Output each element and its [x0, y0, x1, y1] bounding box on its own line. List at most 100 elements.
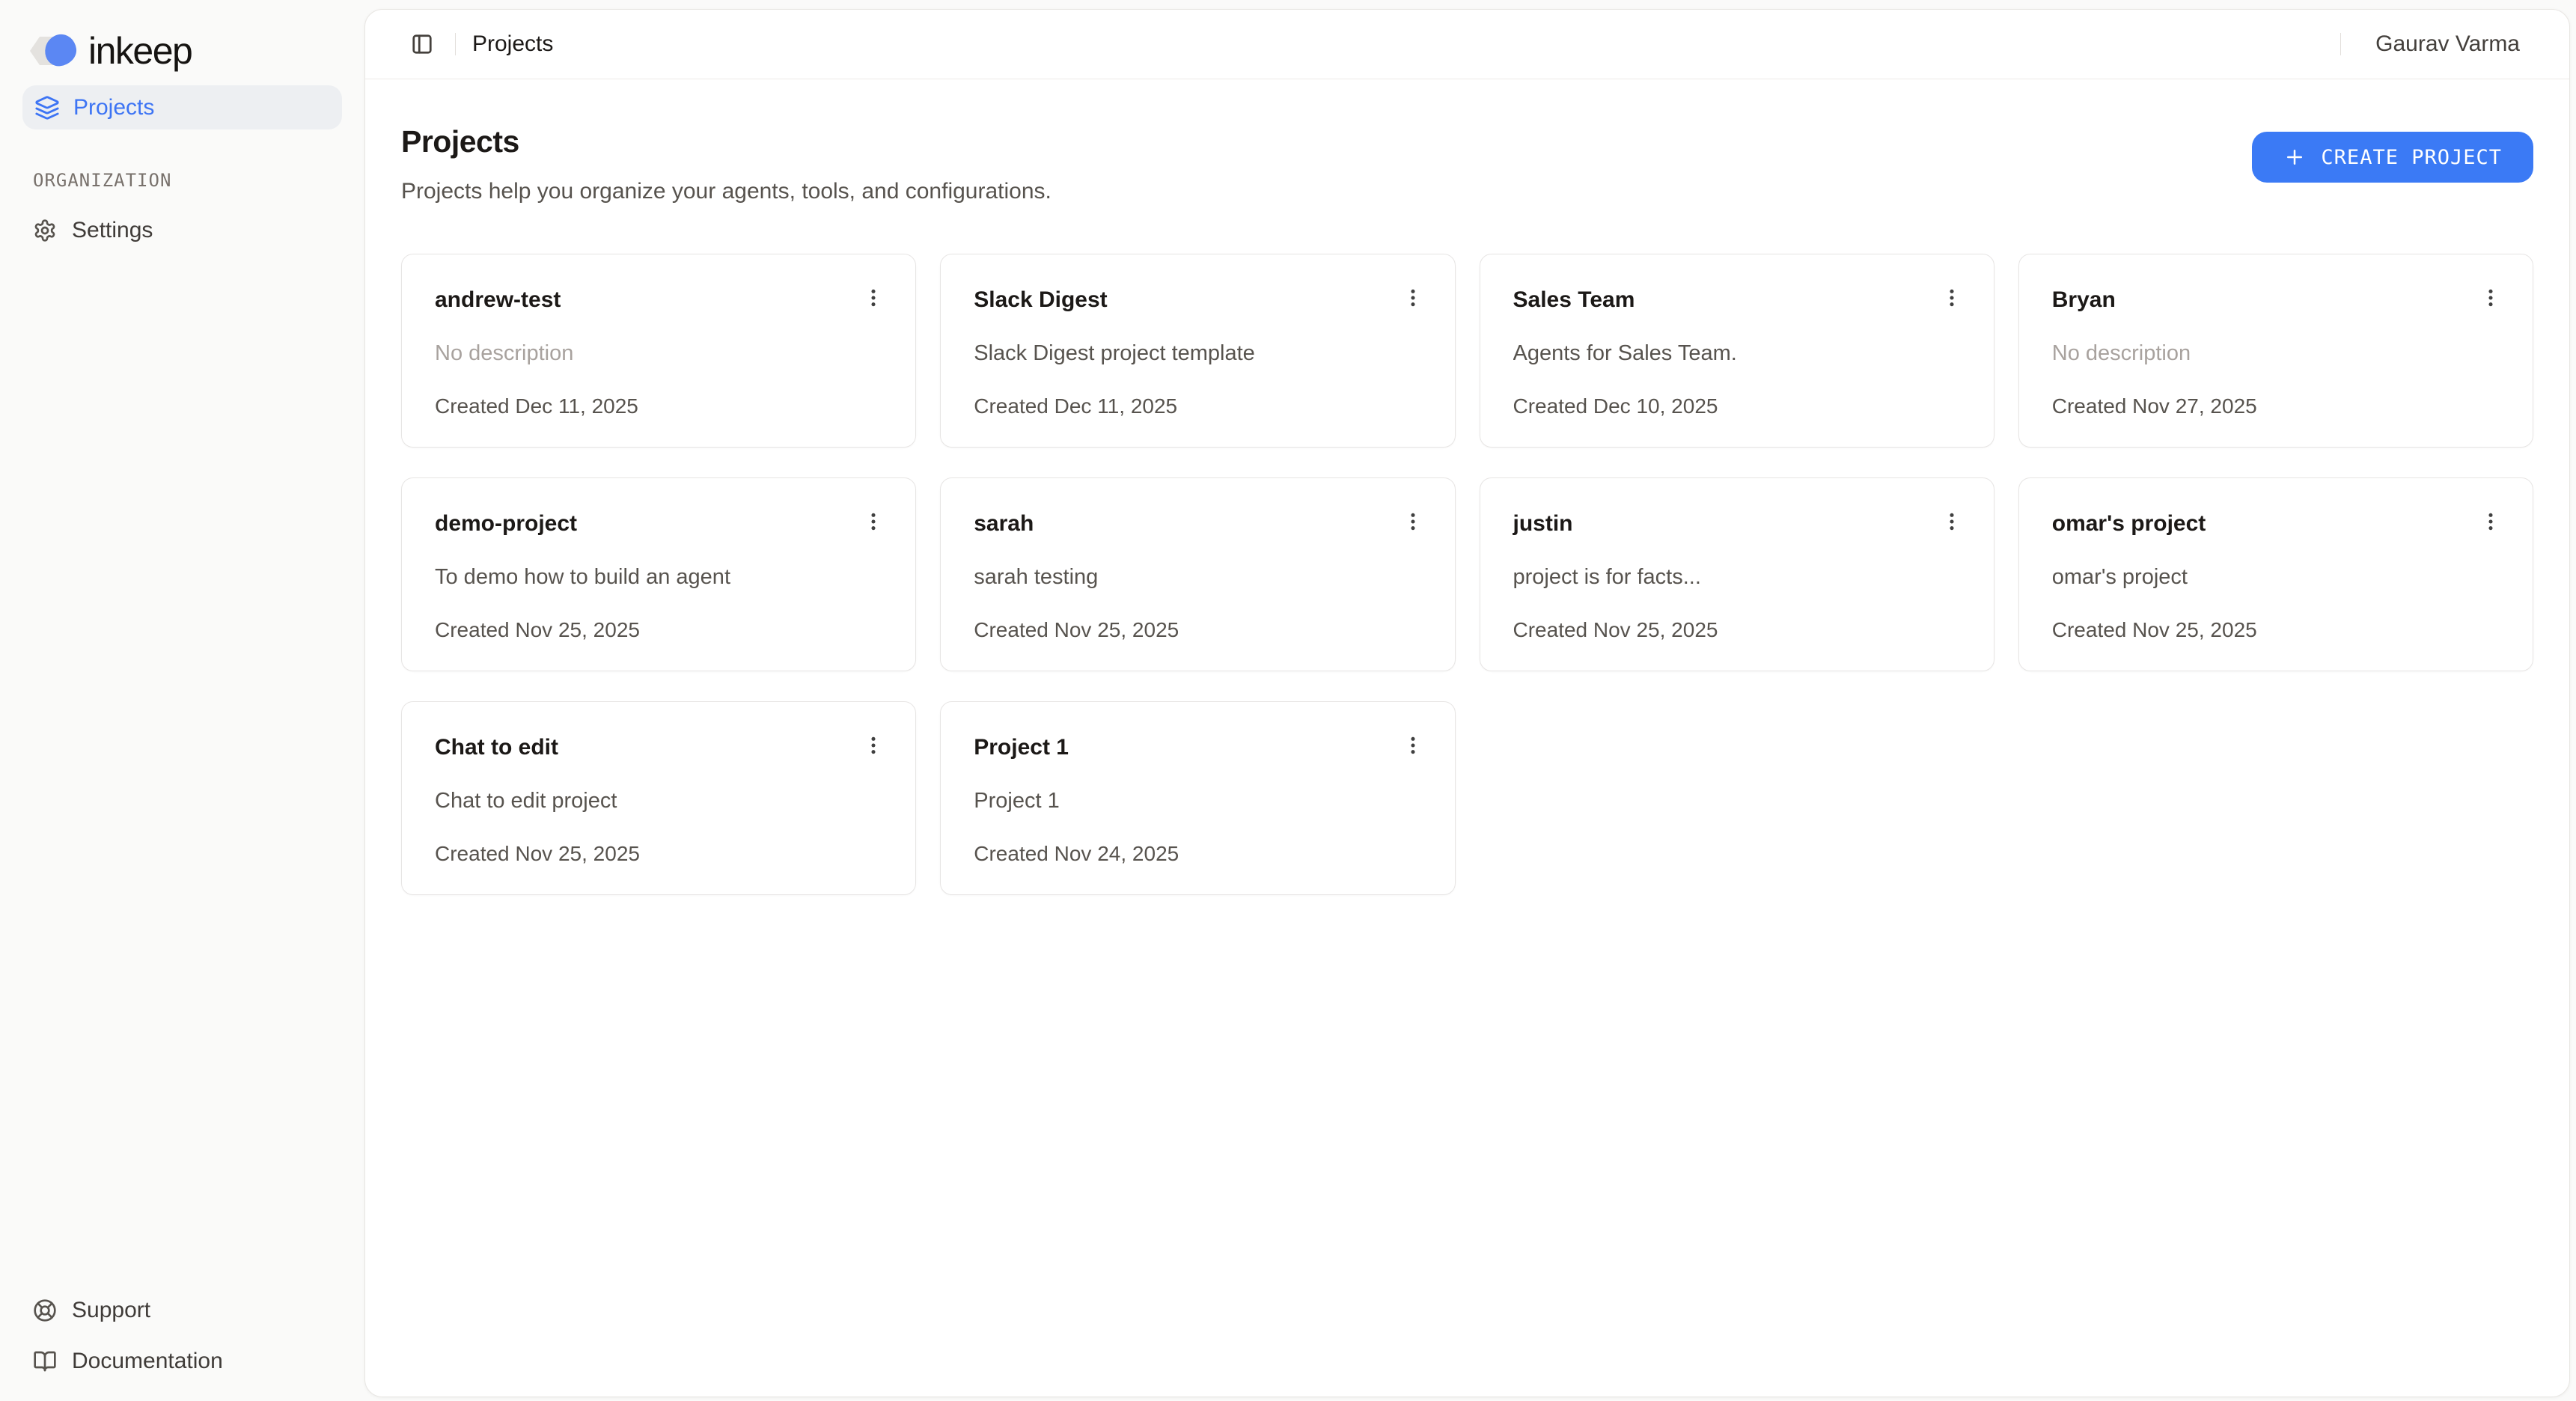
breadcrumb: Projects: [472, 31, 553, 57]
page-header: Projects Projects help you organize your…: [401, 124, 2533, 204]
sidebar-section-organization: ORGANIZATION: [22, 170, 342, 191]
project-card-header: Bryan: [2052, 286, 2500, 313]
project-description: No description: [435, 341, 882, 366]
project-menu-button[interactable]: [2476, 283, 2506, 313]
panel-left-icon: [411, 33, 433, 55]
project-name: Project 1: [974, 733, 1069, 760]
project-card[interactable]: omar's project omar's project Created No…: [2018, 477, 2533, 671]
gear-icon: [33, 219, 57, 242]
project-card[interactable]: demo-project To demo how to build an age…: [401, 477, 916, 671]
project-description: To demo how to build an agent: [435, 565, 882, 590]
project-name: Slack Digest: [974, 286, 1107, 313]
page-subtitle: Projects help you organize your agents, …: [401, 179, 1052, 204]
more-vertical-icon: [2479, 286, 2503, 310]
book-open-icon: [33, 1349, 57, 1373]
project-name: sarah: [974, 510, 1034, 537]
project-description: Agents for Sales Team.: [1513, 341, 1961, 366]
project-card[interactable]: Sales Team Agents for Sales Team. Create…: [1480, 254, 1994, 448]
more-vertical-icon: [1401, 510, 1425, 534]
project-description: Chat to edit project: [435, 789, 882, 814]
sidebar-item-documentation[interactable]: Documentation: [22, 1349, 342, 1374]
project-card-header: demo-project: [435, 510, 882, 537]
brand-logo: inkeep: [22, 27, 342, 75]
project-menu-button[interactable]: [1398, 283, 1428, 313]
project-card-header: sarah: [974, 510, 1421, 537]
project-menu-button[interactable]: [858, 283, 888, 313]
project-card[interactable]: Project 1 Project 1 Created Nov 24, 2025: [940, 701, 1455, 895]
more-vertical-icon: [1940, 510, 1964, 534]
project-description: Slack Digest project template: [974, 341, 1421, 366]
project-card[interactable]: justin project is for facts... Created N…: [1480, 477, 1994, 671]
project-description: sarah testing: [974, 565, 1421, 590]
project-card[interactable]: sarah sarah testing Created Nov 25, 2025: [940, 477, 1455, 671]
project-card-header: Chat to edit: [435, 733, 882, 760]
project-menu-button[interactable]: [1937, 507, 1967, 537]
sidebar-item-label: Documentation: [72, 1349, 223, 1374]
project-name: Bryan: [2052, 286, 2116, 313]
more-vertical-icon: [861, 510, 885, 534]
sidebar: inkeep Projects ORGANIZATION Settings: [0, 0, 364, 1401]
sidebar-footer: Support Documentation: [22, 1298, 342, 1380]
topbar-divider: [455, 33, 456, 55]
project-card-header: Sales Team: [1513, 286, 1961, 313]
project-description: omar's project: [2052, 565, 2500, 590]
sidebar-spacer: [22, 243, 342, 1298]
project-name: Sales Team: [1513, 286, 1635, 313]
project-created-date: Created Nov 27, 2025: [2052, 394, 2500, 418]
project-created-date: Created Nov 25, 2025: [974, 618, 1421, 642]
project-created-date: Created Nov 25, 2025: [435, 842, 882, 866]
project-name: omar's project: [2052, 510, 2206, 537]
project-created-date: Created Dec 10, 2025: [1513, 394, 1961, 418]
page-title: Projects: [401, 124, 1052, 159]
project-menu-button[interactable]: [2476, 507, 2506, 537]
more-vertical-icon: [1940, 286, 1964, 310]
project-created-date: Created Dec 11, 2025: [974, 394, 1421, 418]
project-card-header: omar's project: [2052, 510, 2500, 537]
lifebuoy-icon: [33, 1298, 57, 1322]
create-project-button[interactable]: CREATE PROJECT: [2252, 132, 2533, 183]
more-vertical-icon: [2479, 510, 2503, 534]
more-vertical-icon: [1401, 286, 1425, 310]
user-menu[interactable]: Gaurav Varma: [2375, 31, 2520, 57]
inkeep-logo-icon: [30, 34, 78, 67]
project-card-header: Project 1: [974, 733, 1421, 760]
project-name: Chat to edit: [435, 733, 558, 760]
project-card-header: Slack Digest: [974, 286, 1421, 313]
sidebar-item-label: Projects: [73, 95, 154, 120]
sidebar-item-support[interactable]: Support: [22, 1298, 342, 1323]
project-description: No description: [2052, 341, 2500, 366]
project-card[interactable]: andrew-test No description Created Dec 1…: [401, 254, 916, 448]
plus-icon: [2283, 146, 2306, 168]
project-created-date: Created Nov 24, 2025: [974, 842, 1421, 866]
project-menu-button[interactable]: [858, 507, 888, 537]
page-header-text: Projects Projects help you organize your…: [401, 124, 1052, 204]
sidebar-toggle-button[interactable]: [406, 28, 439, 61]
project-card-header: justin: [1513, 510, 1961, 537]
project-name: demo-project: [435, 510, 577, 537]
sidebar-item-settings[interactable]: Settings: [22, 218, 342, 243]
more-vertical-icon: [861, 286, 885, 310]
project-menu-button[interactable]: [1937, 283, 1967, 313]
project-menu-button[interactable]: [1398, 730, 1428, 760]
create-project-label: CREATE PROJECT: [2321, 146, 2502, 169]
sidebar-item-label: Support: [72, 1298, 150, 1323]
page-content: Projects Projects help you organize your…: [365, 79, 2569, 1397]
project-card[interactable]: Chat to edit Chat to edit project Create…: [401, 701, 916, 895]
projects-grid: andrew-test No description Created Dec 1…: [401, 254, 2533, 895]
project-name: justin: [1513, 510, 1573, 537]
project-description: project is for facts...: [1513, 565, 1961, 590]
project-name: andrew-test: [435, 286, 561, 313]
sidebar-item-projects[interactable]: Projects: [22, 85, 342, 129]
project-created-date: Created Nov 25, 2025: [435, 618, 882, 642]
more-vertical-icon: [1401, 733, 1425, 757]
top-bar: Projects Gaurav Varma: [365, 10, 2569, 79]
project-menu-button[interactable]: [1398, 507, 1428, 537]
sidebar-item-label: Settings: [72, 218, 153, 243]
project-menu-button[interactable]: [858, 730, 888, 760]
project-description: Project 1: [974, 789, 1421, 814]
project-card-header: andrew-test: [435, 286, 882, 313]
project-card[interactable]: Slack Digest Slack Digest project templa…: [940, 254, 1455, 448]
project-created-date: Created Nov 25, 2025: [2052, 618, 2500, 642]
brand-wordmark: inkeep: [88, 32, 192, 70]
project-card[interactable]: Bryan No description Created Nov 27, 202…: [2018, 254, 2533, 448]
